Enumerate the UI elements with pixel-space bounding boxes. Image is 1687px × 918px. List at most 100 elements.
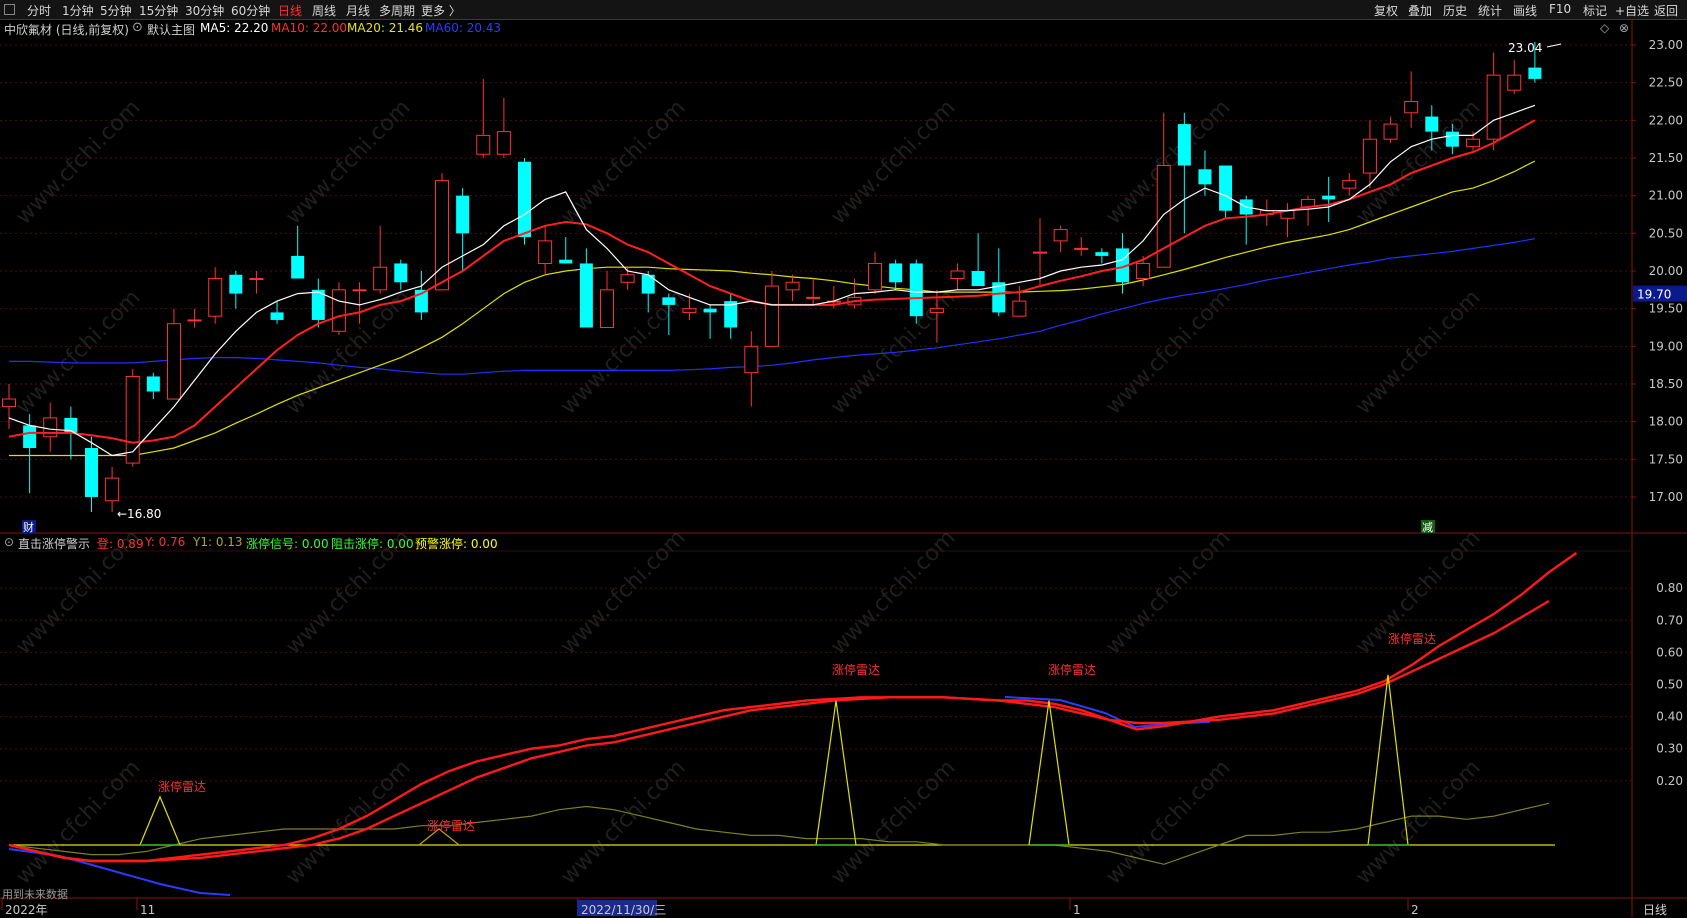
candle-17 <box>352 282 367 324</box>
toolbar-tab-3[interactable]: 15分钟 <box>139 2 178 19</box>
candle-2 <box>43 402 58 452</box>
signal-label-0: 涨停雷达 <box>158 779 206 794</box>
marker-1: 减 <box>1422 521 1433 534</box>
candle-body <box>166 323 181 400</box>
ind-tick-label-0: 0.80 <box>1656 581 1683 595</box>
date-label-0: 2022年 <box>5 903 48 917</box>
toolbar-right-0[interactable]: 复权 <box>1374 2 1398 19</box>
candle-body <box>599 289 614 328</box>
candle-18 <box>373 225 388 294</box>
watermark-14: www.cfchi.com <box>556 525 690 659</box>
toolbar-tab-1[interactable]: 1分钟 <box>62 2 94 19</box>
toolbar-tab-0[interactable]: 分时 <box>27 2 51 19</box>
candle-24 <box>496 97 511 158</box>
signal-spike-2 <box>815 700 857 846</box>
watermark-0: www.cfchi.com <box>11 95 145 229</box>
candle-body <box>1053 229 1068 242</box>
candle-body <box>868 262 883 291</box>
sub-param-3: 涨停信号: 0.00 <box>246 537 329 551</box>
indicator-name[interactable]: 默认主图 <box>147 21 195 38</box>
signal-label-3: 涨停雷达 <box>1048 662 1096 677</box>
toolbar-tab-8[interactable]: 月线 <box>346 2 370 19</box>
sub-indicator-title[interactable]: 直击涨停警示 <box>18 535 90 552</box>
toolbar-tab-7[interactable]: 周线 <box>312 2 336 19</box>
toolbar-tab-6[interactable]: 日线 <box>278 2 302 19</box>
candle-body <box>208 278 223 317</box>
candle-42 <box>868 252 883 294</box>
dropdown-icon-sub[interactable]: ⊙ <box>4 535 14 549</box>
ind-tick-label-6: 0.20 <box>1656 774 1683 788</box>
toolbar-tab-5[interactable]: 60分钟 <box>231 2 270 19</box>
candle-28 <box>579 248 593 328</box>
chart-canvas[interactable]: www.cfchi.com www.cfchi.com www.cfchi.com w… <box>0 20 1687 917</box>
price-tick-label-8: 19.00 <box>1649 339 1683 353</box>
toolbar-tab-4[interactable]: 30分钟 <box>185 2 224 19</box>
toolbar-right-4[interactable]: 画线 <box>1513 2 1537 19</box>
ind-tick-label-2: 0.60 <box>1656 645 1683 659</box>
date-label-1: 11 <box>140 903 155 917</box>
candle-8 <box>166 308 181 400</box>
candle-body <box>1466 138 1481 148</box>
toolbar-tab-9[interactable]: 多周期 <box>379 2 415 19</box>
toolbar-right-2[interactable]: 历史 <box>1443 2 1467 19</box>
price-tick-label-2: 22.00 <box>1649 113 1683 127</box>
candle-body <box>291 255 305 279</box>
ind-tick-label-5: 0.30 <box>1656 742 1683 756</box>
candle-body <box>971 270 985 287</box>
watermark-6: www.cfchi.com <box>11 285 145 419</box>
candle-body <box>23 425 37 449</box>
candle-52 <box>1074 237 1089 256</box>
candle-body <box>1445 131 1459 147</box>
candle-body <box>1528 67 1542 79</box>
date-label-2: 2022/11/30/三 <box>581 903 666 917</box>
period-badge[interactable]: 日线 <box>1643 901 1667 918</box>
marker-0: 财 <box>23 520 34 534</box>
watermark-16: www.cfchi.com <box>1101 525 1235 659</box>
window-icon[interactable] <box>4 4 15 15</box>
candle-66 <box>1362 120 1377 189</box>
candle-body <box>806 296 821 299</box>
candle-body <box>187 319 202 322</box>
candle-body <box>1383 123 1398 140</box>
watermark-22: www.cfchi.com <box>1101 755 1235 889</box>
candle-body <box>662 297 676 305</box>
candle-21 <box>435 173 450 291</box>
candle-73 <box>1507 60 1522 94</box>
toolbar-right-6[interactable]: 标记 <box>1583 2 1607 19</box>
sub-param-4: 阻击涨停: 0.00 <box>331 537 414 551</box>
dropdown-icon[interactable]: ⊙ <box>132 20 143 35</box>
axis-layer: 23.0022.5022.0021.5021.0020.5020.0019.50… <box>1 38 1687 917</box>
candle-body <box>1507 74 1522 91</box>
candle-56 <box>1156 112 1171 268</box>
candle-body <box>764 285 779 347</box>
sub-param-2: Y1: 0.13 <box>193 535 243 549</box>
watermark-15: www.cfchi.com <box>826 525 960 659</box>
candle-body <box>1404 100 1419 114</box>
y-line-fast <box>8 551 1578 863</box>
candle-34 <box>703 304 717 339</box>
candle-body <box>1486 74 1501 140</box>
watermark-8: www.cfchi.com <box>556 285 690 419</box>
toolbar-right-8[interactable]: 返回 <box>1654 2 1678 19</box>
candle-body <box>1322 195 1336 200</box>
candlestick-layer <box>2 41 1542 513</box>
toolbar-right-5[interactable]: F10 <box>1549 2 1571 16</box>
toolbar-right-7[interactable]: +自选 <box>1615 2 1649 19</box>
price-tick-label-0: 23.00 <box>1649 38 1683 52</box>
close-panel-icon[interactable]: ⊗ <box>1619 21 1629 35</box>
future-data-note: 用到未来数据 <box>2 888 68 901</box>
candle-43 <box>889 259 903 290</box>
candle-body <box>1425 116 1439 132</box>
toolbar-right-1[interactable]: 叠加 <box>1408 2 1432 19</box>
candle-13 <box>270 301 284 324</box>
candle-72 <box>1486 52 1501 151</box>
candle-53 <box>1095 248 1109 264</box>
candle-body <box>496 131 511 155</box>
toolbar-tab-10[interactable]: 更多 〉 <box>421 2 461 19</box>
diamond-icon[interactable]: ◇ <box>1600 21 1609 35</box>
toolbar-tab-2[interactable]: 5分钟 <box>100 2 132 19</box>
candle-27 <box>559 237 573 264</box>
candle-4 <box>84 436 98 513</box>
date-label-3: 1 <box>1073 903 1081 917</box>
toolbar-right-3[interactable]: 统计 <box>1478 2 1502 19</box>
